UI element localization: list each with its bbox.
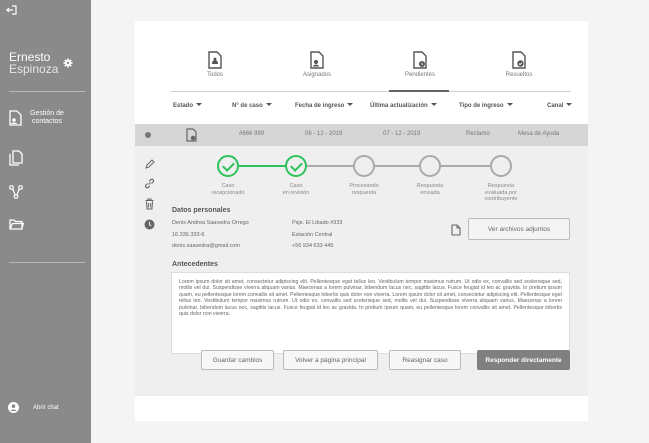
- contact-commune: Estación Central: [292, 232, 333, 238]
- step-circle-1: [217, 155, 239, 177]
- column-last-update[interactable]: Última actualización: [370, 103, 437, 109]
- column-channel[interactable]: Canal: [547, 103, 573, 109]
- active-tab-indicator: [389, 90, 449, 92]
- network-icon: [9, 185, 23, 199]
- sidebar-item-network[interactable]: [9, 181, 85, 203]
- chevron-down-icon: [347, 103, 354, 106]
- sidebar-item-contacts[interactable]: Gestión de contactos: [9, 107, 85, 129]
- contact-email: denis.saavedra@gmail.com: [172, 243, 240, 249]
- chevron-down-icon: [196, 103, 203, 106]
- open-chat-button[interactable]: Abrir chat: [8, 402, 59, 413]
- tab-resueltos[interactable]: Resueltos: [479, 49, 559, 89]
- stepper-connector: [435, 165, 497, 167]
- contacts-document-icon: [9, 110, 22, 126]
- row-case-number: #666 999: [239, 131, 265, 137]
- sidebar-item-documents[interactable]: [9, 147, 85, 169]
- step-circle-4: [419, 155, 441, 177]
- row-intake-date: 06 - 12 - 2019: [305, 131, 343, 137]
- chevron-down-icon: [265, 103, 272, 106]
- personal-data-title: Datos personales: [172, 207, 231, 214]
- open-chat-label: Abrir chat: [33, 404, 59, 411]
- reassign-case-button[interactable]: Reasignar caso: [389, 350, 461, 370]
- view-attachments-button[interactable]: Ver archivos adjuntos: [468, 218, 570, 240]
- step-label-3: Procesando respuesta: [349, 183, 379, 196]
- avatar-icon: [8, 402, 19, 413]
- gear-icon[interactable]: [63, 58, 73, 68]
- tab-todos[interactable]: Todos: [175, 49, 255, 89]
- background-title: Antecedentes: [172, 261, 218, 268]
- column-intake-date[interactable]: Fecha de ingreso: [295, 103, 354, 109]
- link-icon[interactable]: [144, 178, 155, 189]
- column-intake-type[interactable]: Tipo de ingreso: [459, 103, 513, 109]
- chevron-down-icon: [506, 103, 513, 106]
- tab-pendientes[interactable]: Pendientes: [380, 49, 460, 89]
- tab-asignados-label: Asignados: [302, 72, 332, 78]
- step-label-5: Respuesta evaluada por contribuyente: [484, 183, 518, 202]
- pending-documents-icon: [413, 51, 427, 69]
- step-label-1: Caso recepcionado: [211, 183, 245, 196]
- chevron-down-icon: [430, 103, 437, 106]
- row-intake-type: Reclamo: [466, 131, 490, 137]
- tab-resueltos-label: Resueltos: [505, 72, 533, 78]
- contact-rut: 16.336.333-6: [172, 232, 205, 238]
- background-text: Lorem ipsum dolor sit amet, consectetur …: [171, 272, 570, 354]
- table-row[interactable]: #666 999 06 - 12 - 2019 07 - 12 - 2019 R…: [135, 124, 588, 146]
- back-to-main-button[interactable]: Volver a página principal: [283, 350, 378, 370]
- row-last-update: 07 - 12 - 2019: [383, 131, 421, 137]
- documents-icon: [9, 150, 23, 166]
- row-status-dot: [145, 132, 151, 138]
- logout-icon[interactable]: [6, 4, 18, 16]
- tab-todos-label: Todos: [206, 72, 223, 78]
- contact-name: Denis Andrea Saavedra Orrego: [172, 220, 249, 226]
- contact-phone: +56 934 633 445: [292, 243, 334, 249]
- step-circle-3: [353, 155, 375, 177]
- folder-icon: [9, 219, 24, 230]
- sidebar-divider: [9, 91, 85, 92]
- sidebar-item-contacts-label: Gestión de contactos: [30, 110, 64, 125]
- save-changes-button[interactable]: Guardar cambios: [201, 350, 274, 370]
- step-label-2: Caso en revisión: [282, 183, 310, 196]
- assigned-documents-icon: [310, 51, 324, 69]
- sidebar-divider: [9, 262, 85, 263]
- contact-address: Psje. El Libado #333: [292, 220, 343, 226]
- edit-icon[interactable]: [144, 159, 155, 170]
- resolved-documents-icon: [512, 51, 526, 69]
- attachment-document-icon: [451, 224, 461, 236]
- tabs-underline: [171, 91, 571, 92]
- chevron-down-icon: [566, 103, 573, 106]
- user-last-name: Espinoza: [9, 62, 59, 76]
- tab-asignados[interactable]: Asignados: [277, 49, 357, 89]
- clock-icon[interactable]: [144, 219, 155, 230]
- sidebar: Ernesto Espinoza Gestión de contactos Ab…: [0, 0, 91, 443]
- tab-pendientes-label: Pendientes: [404, 72, 436, 78]
- all-documents-icon: [208, 51, 222, 69]
- sidebar-item-folders[interactable]: [9, 213, 85, 235]
- row-channel: Mesa de Ayuda: [518, 131, 560, 137]
- user-name: Ernesto Espinoza: [9, 51, 58, 75]
- case-tabs: Todos Asignados Pendientes Resueltos: [171, 49, 571, 89]
- step-circle-5: [490, 155, 512, 177]
- case-panel: Todos Asignados Pendientes Resueltos Est…: [135, 21, 588, 421]
- pending-documents-icon: [186, 128, 197, 142]
- trash-icon[interactable]: [144, 198, 155, 210]
- column-case-number[interactable]: N° de caso: [232, 103, 272, 109]
- step-label-4: Respuesta enviada: [416, 183, 444, 196]
- column-estado[interactable]: Estado: [173, 103, 203, 109]
- reply-directly-button[interactable]: Responder directamente: [477, 350, 570, 370]
- step-circle-2: [285, 155, 307, 177]
